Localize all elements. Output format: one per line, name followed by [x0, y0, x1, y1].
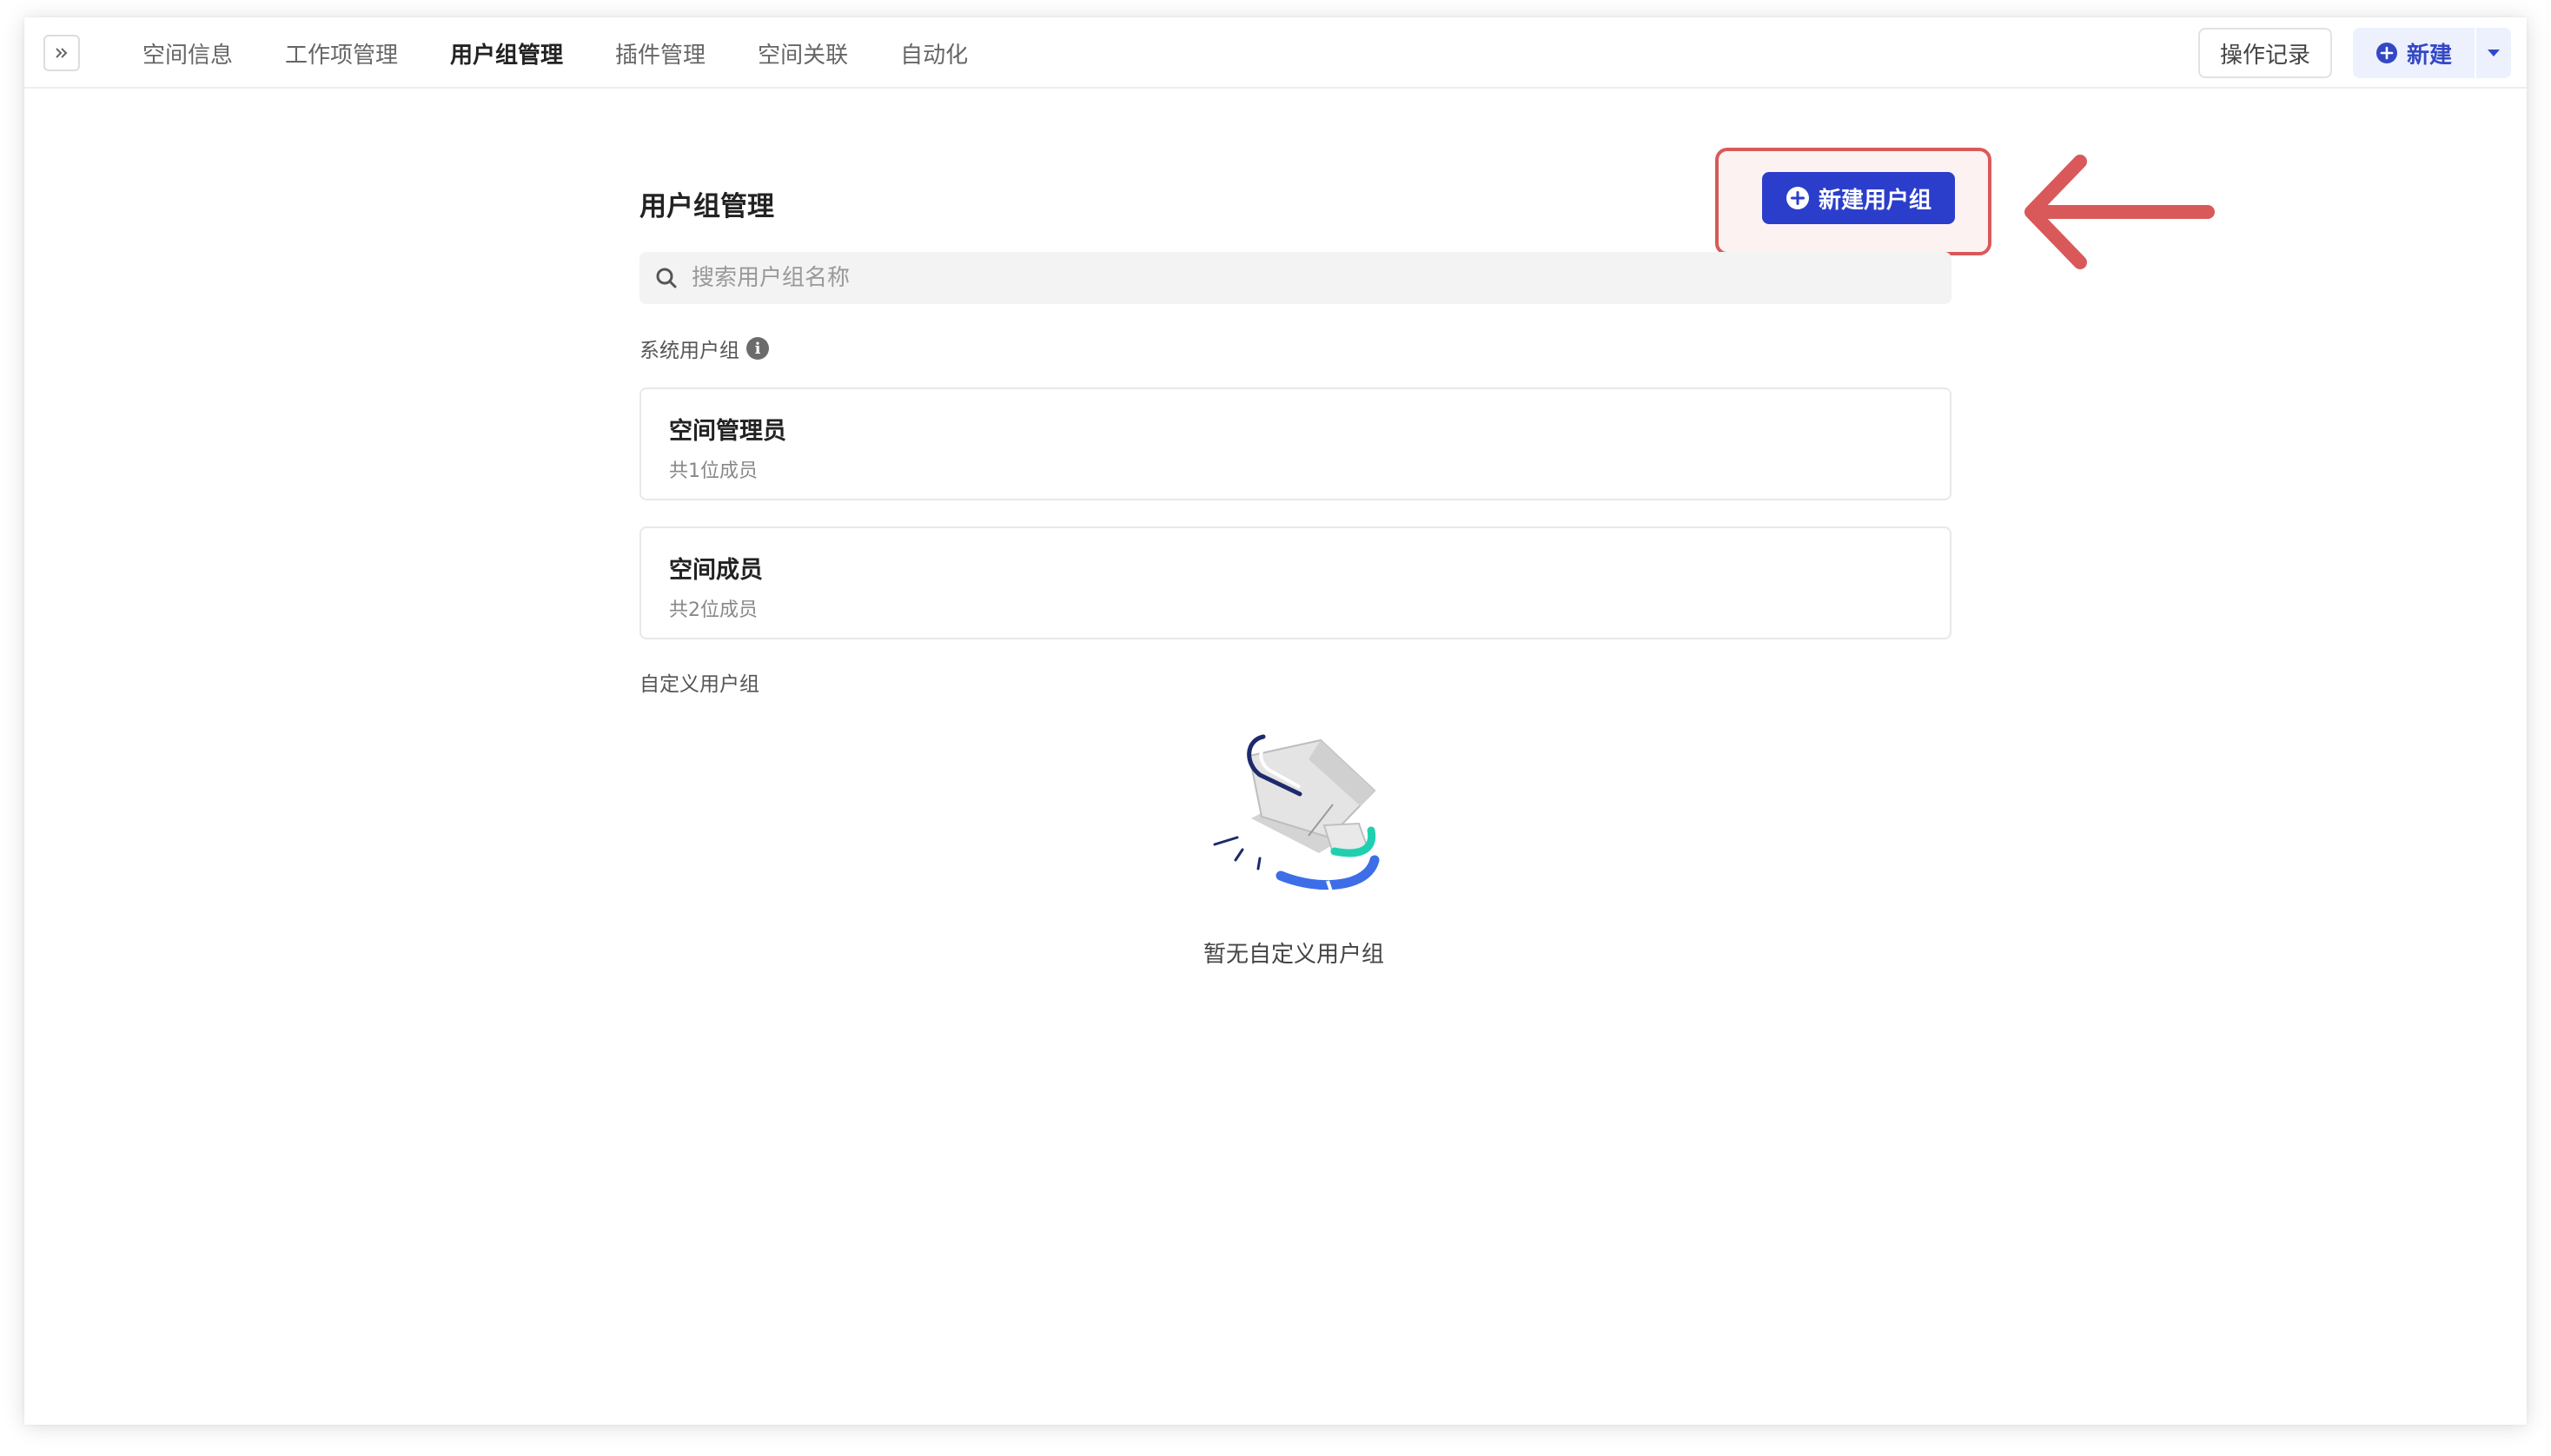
search-input[interactable] — [690, 264, 1910, 292]
new-button[interactable]: 新建 — [2353, 28, 2475, 78]
double-chevron-right-icon — [56, 48, 68, 58]
group-member-count: 共1位成员 — [669, 460, 758, 482]
annotation-arrow-icon — [2019, 149, 2220, 275]
page-title: 用户组管理 — [639, 191, 774, 222]
plus-circle-icon — [1786, 187, 1809, 209]
custom-groups-label: 自定义用户组 — [639, 673, 759, 696]
app-window: 空间信息 工作项管理 用户组管理 插件管理 空间关联 自动化 操作记录 新建 用… — [24, 17, 2527, 1425]
settings-tabs: 空间信息 工作项管理 用户组管理 插件管理 空间关联 自动化 — [142, 17, 1020, 89]
search-box[interactable] — [639, 252, 1951, 304]
empty-box-illustration-icon — [1213, 734, 1380, 892]
create-user-group-button[interactable]: 新建用户组 — [1762, 172, 1955, 224]
create-user-group-label: 新建用户组 — [1818, 187, 1931, 214]
info-icon[interactable]: i — [746, 337, 769, 360]
system-groups-label: 系统用户组 — [639, 340, 739, 362]
top-navigation-bar: 空间信息 工作项管理 用户组管理 插件管理 空间关联 自动化 操作记录 新建 — [24, 17, 2527, 89]
tab-automation[interactable]: 自动化 — [900, 37, 968, 69]
tab-space-info[interactable]: 空间信息 — [142, 37, 233, 69]
tab-space-association[interactable]: 空间关联 — [758, 37, 848, 69]
new-button-label: 新建 — [2406, 42, 2452, 69]
search-icon — [655, 267, 678, 289]
tab-user-group-management[interactable]: 用户组管理 — [450, 37, 563, 69]
tab-plugin-management[interactable]: 插件管理 — [615, 37, 706, 69]
tab-work-item-management[interactable]: 工作项管理 — [285, 37, 398, 69]
custom-groups-section-label: 自定义用户组 — [639, 667, 759, 697]
operation-history-label: 操作记录 — [2219, 42, 2310, 69]
group-name: 空间成员 — [669, 557, 763, 584]
expand-sidebar-button[interactable] — [43, 35, 80, 71]
operation-history-button[interactable]: 操作记录 — [2198, 28, 2332, 78]
new-dropdown-toggle[interactable] — [2476, 28, 2511, 78]
caret-down-icon — [2488, 50, 2500, 56]
group-card-space-admin[interactable]: 空间管理员 共1位成员 — [639, 387, 1951, 500]
plus-circle-icon — [2375, 43, 2397, 63]
group-name: 空间管理员 — [669, 418, 786, 445]
group-card-space-member[interactable]: 空间成员 共2位成员 — [639, 526, 1951, 639]
empty-state-text: 暂无自定义用户组 — [1203, 942, 1384, 968]
group-member-count: 共2位成员 — [669, 599, 758, 621]
system-groups-section-label: 系统用户组 i — [639, 334, 769, 363]
